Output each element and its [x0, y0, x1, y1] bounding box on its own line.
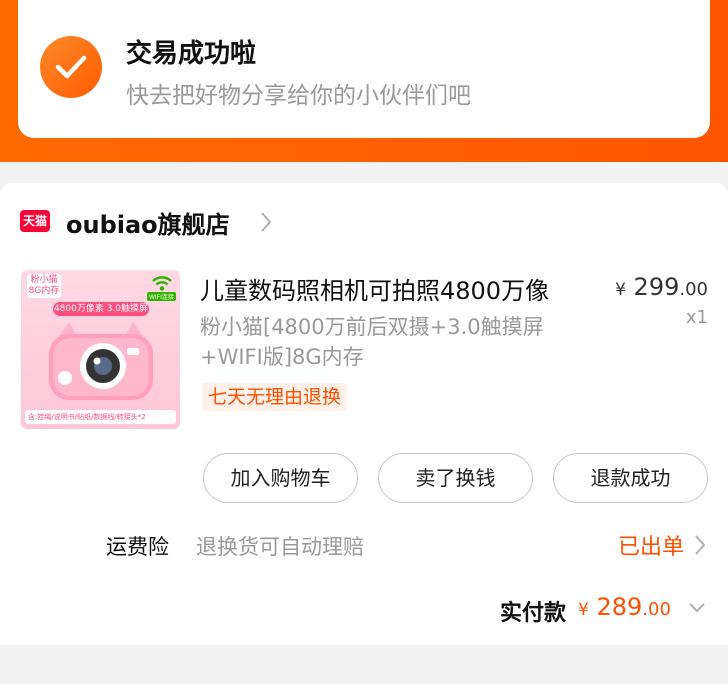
image-brand-name: 粉小猫 — [30, 275, 58, 285]
paid-decimal: .00 — [642, 599, 671, 620]
chevron-down-icon[interactable] — [688, 602, 706, 614]
camera-illustration — [49, 322, 153, 400]
add-to-cart-button[interactable]: 加入购物车 — [203, 453, 358, 503]
store-name[interactable]: oubiao旗舰店 — [66, 205, 230, 240]
success-title: 交易成功啦 — [126, 39, 257, 69]
price-decimal: .00 — [679, 279, 708, 300]
chevron-right-icon[interactable] — [260, 211, 272, 233]
wifi-icon: WIFI连接 — [147, 274, 176, 301]
order-card: 天猫 oubiao旗舰店 粉小猫 8G内存 WIFI连接 4800万像素 3.0… — [0, 183, 728, 645]
shipping-insurance-description: 退换货可自动理赔 — [196, 535, 364, 559]
paid-currency: ¥ — [578, 600, 589, 620]
image-brand-memory: 8G内存 — [28, 286, 60, 296]
check-icon — [40, 36, 102, 98]
paid-integer: 289 — [596, 593, 643, 621]
tmall-logo: 天猫 — [20, 210, 50, 232]
shipping-insurance-label: 运费险 — [106, 535, 169, 559]
price-currency: ¥ — [615, 280, 626, 300]
product-price: ¥ 299.00 — [615, 273, 708, 301]
product-image[interactable]: 粉小猫 8G内存 WIFI连接 4800万像素 3.0触摸屏 含:挂绳/说明书/… — [21, 270, 180, 429]
success-card: 交易成功啦 快去把好物分享给你的小伙伴们吧 — [18, 0, 710, 138]
image-feature-badge: 4800万像素 3.0触摸屏 — [53, 302, 149, 316]
success-subtitle[interactable]: 快去把好物分享给你的小伙伴们吧 — [126, 76, 471, 110]
paid-amount: ¥ 289.00 — [578, 593, 671, 621]
product-title[interactable]: 儿童数码照相机可拍照4800万像 — [200, 271, 549, 306]
refund-status-button[interactable]: 退款成功 — [553, 453, 708, 503]
paid-amount-label: 实付款 — [500, 601, 567, 626]
product-quantity: x1 — [685, 307, 708, 328]
wifi-label: WIFI连接 — [147, 292, 176, 301]
product-sku: 粉小猫[4800万前后双摄+3.0触摸屏+WIFI版]8G内存 — [200, 315, 544, 369]
image-brand-label: 粉小猫 8G内存 — [27, 274, 61, 298]
image-caption: 含:挂绳/说明书/贴纸/数据线/转接头*2 — [25, 410, 176, 424]
chevron-right-icon[interactable] — [694, 534, 706, 556]
price-integer: 299 — [633, 273, 680, 301]
shipping-insurance-status[interactable]: 已出单 — [618, 529, 684, 561]
sell-button[interactable]: 卖了换钱 — [378, 453, 533, 503]
return-policy-tag: 七天无理由退换 — [202, 383, 348, 411]
